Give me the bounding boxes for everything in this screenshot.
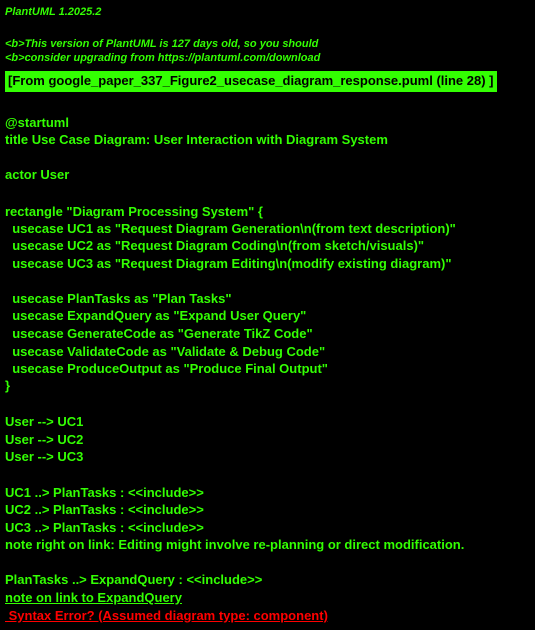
- version-label: PlantUML 1.2025.2: [5, 6, 102, 18]
- source-line: usecase ValidateCode as "Validate & Debu…: [5, 344, 326, 359]
- source-line: title Use Case Diagram: User Interaction…: [5, 132, 388, 147]
- upgrade-warning-line-2: <b>consider upgrading from https://plant…: [5, 52, 321, 64]
- source-line: usecase UC3 as "Request Diagram Editing\…: [5, 256, 452, 271]
- source-line: User --> UC3: [5, 449, 84, 464]
- source-line: usecase UC1 as "Request Diagram Generati…: [5, 221, 456, 236]
- source-file-banner: [From google_paper_337_Figure2_usecase_d…: [4, 70, 498, 93]
- syntax-error-message: Syntax Error? (Assumed diagram type: com…: [5, 608, 328, 623]
- source-line: PlanTasks ..> ExpandQuery : <<include>>: [5, 572, 263, 587]
- source-line: usecase PlanTasks as "Plan Tasks": [5, 291, 232, 306]
- source-line: UC2 ..> PlanTasks : <<include>>: [5, 502, 204, 517]
- source-line: }: [5, 378, 11, 393]
- upgrade-warning-line-1: <b>This version of PlantUML is 127 days …: [5, 38, 319, 50]
- source-line: rectangle "Diagram Processing System" {: [5, 204, 263, 219]
- source-line: usecase GenerateCode as "Generate TikZ C…: [5, 326, 313, 341]
- source-line: User --> UC2: [5, 432, 84, 447]
- source-line: UC1 ..> PlanTasks : <<include>>: [5, 485, 204, 500]
- source-line: @startuml: [5, 115, 69, 130]
- source-line: usecase ExpandQuery as "Expand User Quer…: [5, 308, 307, 323]
- source-line: usecase ProduceOutput as "Produce Final …: [5, 361, 328, 376]
- source-line: User --> UC1: [5, 414, 84, 429]
- error-source-line: note on link to ExpandQuery: [5, 590, 182, 605]
- source-line: UC3 ..> PlanTasks : <<include>>: [5, 520, 204, 535]
- source-line: actor User: [5, 167, 70, 182]
- source-line: usecase UC2 as "Request Diagram Coding\n…: [5, 238, 425, 253]
- source-line: note right on link: Editing might involv…: [5, 537, 465, 552]
